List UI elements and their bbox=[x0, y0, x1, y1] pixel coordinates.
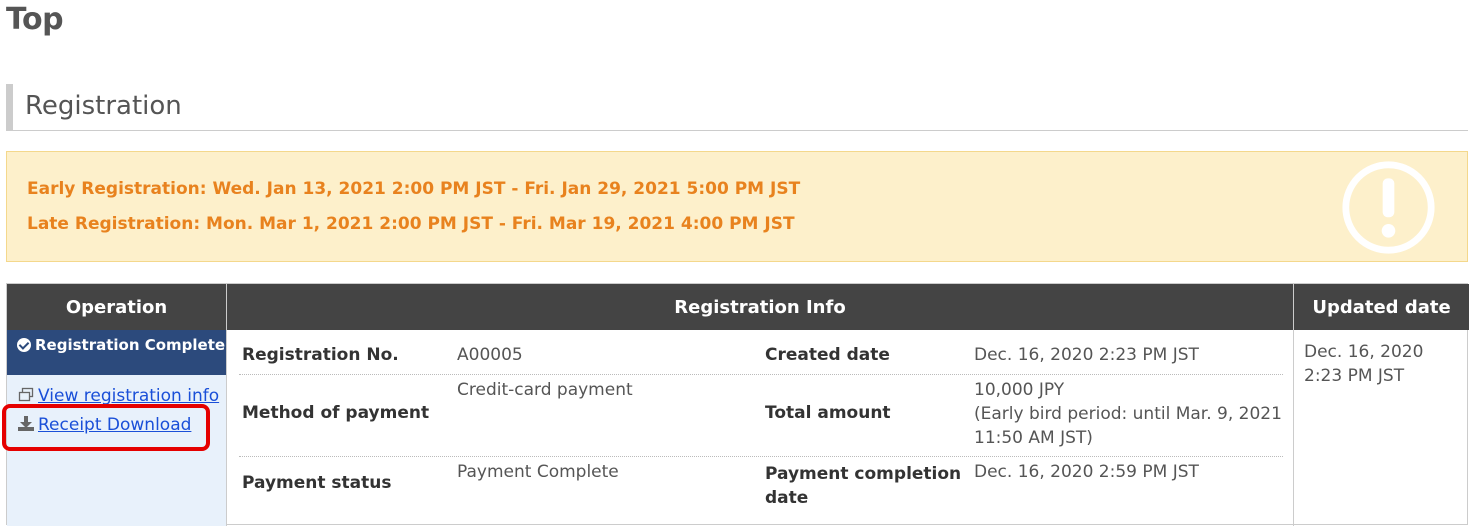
header-updated-date: Updated date bbox=[1294, 284, 1469, 330]
registration-table: Operation Registration Info Updated date… bbox=[6, 283, 1469, 526]
header-operation: Operation bbox=[7, 284, 226, 330]
total-amount-label: Total amount bbox=[765, 403, 891, 423]
created-date-value: Dec. 16, 2020 2:23 PM JST bbox=[974, 345, 1199, 365]
total-amount-line: 10,000 JPY bbox=[974, 380, 1065, 400]
exclamation-circle-icon bbox=[1342, 161, 1435, 254]
page-title: Top bbox=[6, 2, 64, 37]
registration-info-panel: Registration No. A00005 Created date Dec… bbox=[227, 330, 1293, 526]
registration-no-value: A00005 bbox=[457, 345, 523, 365]
total-amount-line: 11:50 AM JST) bbox=[974, 428, 1093, 448]
column-divider bbox=[1293, 284, 1294, 526]
registration-period-notice: Early Registration: Wed. Jan 13, 2021 2:… bbox=[6, 151, 1468, 262]
updated-date-line: 2:23 PM JST bbox=[1304, 366, 1405, 386]
payment-status-value: Payment Complete bbox=[457, 462, 619, 482]
window-copy-icon bbox=[18, 387, 34, 402]
receipt-download-highlight bbox=[2, 404, 210, 451]
total-amount-value: 10,000 JPY (Early bird period: until Mar… bbox=[974, 378, 1282, 450]
late-registration-text: Late Registration: Mon. Mar 1, 2021 2:00… bbox=[27, 214, 795, 234]
row-divider bbox=[239, 374, 1283, 375]
view-registration-info-label: View registration info bbox=[38, 386, 220, 406]
payment-completion-label-line: date bbox=[765, 488, 809, 508]
updated-date-value: Dec. 16, 2020 2:23 PM JST bbox=[1304, 340, 1464, 388]
payment-status-label: Payment status bbox=[242, 473, 392, 493]
created-date-label: Created date bbox=[765, 345, 890, 365]
header-registration-info: Registration Info bbox=[227, 284, 1293, 330]
payment-completion-date-label: Payment completion date bbox=[765, 462, 961, 510]
status-badge: Registration Complete bbox=[7, 330, 226, 375]
row-divider bbox=[239, 456, 1283, 457]
view-registration-info-link[interactable]: View registration info bbox=[18, 386, 219, 406]
registration-no-label: Registration No. bbox=[242, 345, 399, 365]
method-of-payment-label: Method of payment bbox=[242, 403, 430, 423]
check-circle-icon bbox=[17, 338, 31, 352]
method-of-payment-value: Credit-card payment bbox=[457, 380, 633, 400]
section-title: Registration bbox=[25, 91, 182, 121]
payment-completion-date-value: Dec. 16, 2020 2:59 PM JST bbox=[974, 462, 1199, 482]
payment-completion-label-line: Payment completion bbox=[765, 464, 962, 484]
status-text: Registration Complete bbox=[35, 336, 226, 354]
section-header: Registration bbox=[6, 84, 1468, 131]
total-amount-line: (Early bird period: until Mar. 9, 2021 bbox=[974, 404, 1282, 424]
early-registration-text: Early Registration: Wed. Jan 13, 2021 2:… bbox=[27, 179, 801, 199]
updated-date-line: Dec. 16, 2020 bbox=[1304, 342, 1424, 362]
